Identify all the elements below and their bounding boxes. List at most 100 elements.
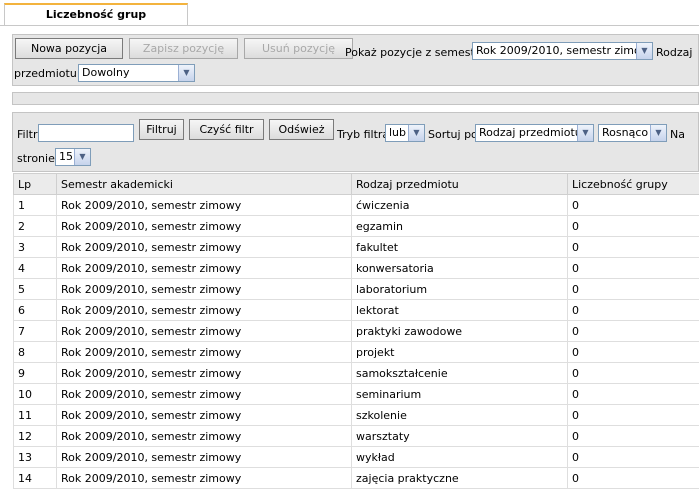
tab-liczebnosc-grup[interactable]: Liczebność grup [4, 3, 188, 25]
semester-label: Pokaż pozycje z semestru [345, 46, 486, 59]
cell-lp: 4 [14, 258, 57, 279]
subject-type-label-cont: przedmiotu: [14, 67, 81, 80]
filter-input[interactable] [38, 124, 134, 142]
cell-semester: Rok 2009/2010, semestr zimowy [57, 300, 352, 321]
sort-field-select[interactable]: Rodzaj przedmiotu ▼ [475, 124, 594, 142]
sort-order-select[interactable]: Rosnąco ▼ [598, 124, 667, 142]
cell-group-size: 0 [568, 216, 699, 237]
table-row[interactable]: 2Rok 2009/2010, semestr zimowyegzamin0 [14, 216, 699, 237]
table-header-row: Lp Semestr akademicki Rodzaj przedmiotu … [14, 174, 699, 195]
table-row[interactable]: 5Rok 2009/2010, semestr zimowylaboratori… [14, 279, 699, 300]
cell-subject-type: praktyki zawodowe [352, 321, 568, 342]
sort-label: Sortuj po [428, 128, 478, 141]
sort-field-value: Rodzaj przedmiotu [479, 126, 582, 139]
cell-group-size: 0 [568, 195, 699, 216]
cell-lp: 3 [14, 237, 57, 258]
cell-lp: 14 [14, 468, 57, 489]
cell-semester: Rok 2009/2010, semestr zimowy [57, 384, 352, 405]
cell-lp: 2 [14, 216, 57, 237]
column-header-semester[interactable]: Semestr akademicki [57, 174, 352, 195]
table-row[interactable]: 12Rok 2009/2010, semestr zimowywarsztaty… [14, 426, 699, 447]
table-row[interactable]: 3Rok 2009/2010, semestr zimowyfakultet0 [14, 237, 699, 258]
cell-group-size: 0 [568, 468, 699, 489]
table-row[interactable]: 7Rok 2009/2010, semestr zimowypraktyki z… [14, 321, 699, 342]
cell-lp: 10 [14, 384, 57, 405]
cell-lp: 7 [14, 321, 57, 342]
cell-subject-type: fakultet [352, 237, 568, 258]
filter-label: Filtr [17, 128, 37, 141]
table-row[interactable]: 9Rok 2009/2010, semestr zimowysamokształ… [14, 363, 699, 384]
column-header-lp[interactable]: Lp [14, 174, 57, 195]
cell-semester: Rok 2009/2010, semestr zimowy [57, 405, 352, 426]
cell-group-size: 0 [568, 363, 699, 384]
cell-semester: Rok 2009/2010, semestr zimowy [57, 363, 352, 384]
cell-group-size: 0 [568, 300, 699, 321]
column-header-group-size[interactable]: Liczebność grupy [568, 174, 699, 195]
cell-semester: Rok 2009/2010, semestr zimowy [57, 447, 352, 468]
cell-subject-type: egzamin [352, 216, 568, 237]
table-row[interactable]: 13Rok 2009/2010, semestr zimowywykład0 [14, 447, 699, 468]
table-row[interactable]: 11Rok 2009/2010, semestr zimowyszkolenie… [14, 405, 699, 426]
cell-group-size: 0 [568, 258, 699, 279]
table-row[interactable]: 1Rok 2009/2010, semestr zimowyćwiczenia0 [14, 195, 699, 216]
cell-group-size: 0 [568, 342, 699, 363]
save-position-button[interactable]: Zapisz pozycję [129, 38, 238, 59]
cell-subject-type: wykład [352, 447, 568, 468]
table-row[interactable]: 4Rok 2009/2010, semestr zimowykonwersato… [14, 258, 699, 279]
cell-subject-type: zajęcia praktyczne [352, 468, 568, 489]
cell-semester: Rok 2009/2010, semestr zimowy [57, 237, 352, 258]
cell-semester: Rok 2009/2010, semestr zimowy [57, 258, 352, 279]
semester-select-value: Rok 2009/2010, semestr zimowy [476, 44, 653, 57]
chevron-down-icon: ▼ [650, 125, 666, 141]
table-row[interactable]: 8Rok 2009/2010, semestr zimowyprojekt0 [14, 342, 699, 363]
cell-semester: Rok 2009/2010, semestr zimowy [57, 279, 352, 300]
cell-group-size: 0 [568, 405, 699, 426]
cell-group-size: 0 [568, 447, 699, 468]
cell-lp: 1 [14, 195, 57, 216]
delete-position-button[interactable]: Usuń pozycję [244, 38, 353, 59]
chevron-down-icon: ▼ [408, 125, 424, 141]
filter-panel [12, 112, 699, 172]
cell-subject-type: laboratorium [352, 279, 568, 300]
chevron-down-icon: ▼ [577, 125, 593, 141]
cell-subject-type: samokształcenie [352, 363, 568, 384]
filter-mode-select[interactable]: lub ▼ [385, 124, 425, 142]
cell-subject-type: lektorat [352, 300, 568, 321]
filter-mode-label: Tryb filtra [337, 128, 389, 141]
cell-subject-type: warsztaty [352, 426, 568, 447]
per-page-value: 15 [59, 150, 73, 163]
cell-subject-type: seminarium [352, 384, 568, 405]
cell-subject-type: konwersatoria [352, 258, 568, 279]
cell-subject-type: szkolenie [352, 405, 568, 426]
cell-semester: Rok 2009/2010, semestr zimowy [57, 468, 352, 489]
per-page-label-cont: stronie [17, 152, 55, 165]
cell-lp: 13 [14, 447, 57, 468]
filter-mode-value: lub [389, 126, 406, 139]
new-position-button[interactable]: Nowa pozycja [15, 38, 123, 59]
table-row[interactable]: 14Rok 2009/2010, semestr zimowyzajęcia p… [14, 468, 699, 489]
clear-filter-button[interactable]: Czyść filtr [189, 119, 264, 140]
table-row[interactable]: 6Rok 2009/2010, semestr zimowylektorat0 [14, 300, 699, 321]
tab-divider [0, 25, 699, 26]
table-row[interactable]: 10Rok 2009/2010, semestr zimowyseminariu… [14, 384, 699, 405]
cell-subject-type: ćwiczenia [352, 195, 568, 216]
cell-lp: 8 [14, 342, 57, 363]
cell-lp: 6 [14, 300, 57, 321]
filter-button[interactable]: Filtruj [139, 119, 184, 140]
cell-lp: 11 [14, 405, 57, 426]
column-header-subject-type[interactable]: Rodzaj przedmiotu [352, 174, 568, 195]
chevron-down-icon: ▼ [178, 65, 194, 81]
semester-select[interactable]: Rok 2009/2010, semestr zimowy ▼ [472, 42, 653, 60]
cell-semester: Rok 2009/2010, semestr zimowy [57, 195, 352, 216]
cell-group-size: 0 [568, 321, 699, 342]
per-page-select[interactable]: 15 ▼ [55, 148, 91, 166]
cell-lp: 12 [14, 426, 57, 447]
refresh-button[interactable]: Odśwież [269, 119, 334, 140]
per-page-label: Na [670, 128, 685, 141]
cell-semester: Rok 2009/2010, semestr zimowy [57, 216, 352, 237]
chevron-down-icon: ▼ [74, 149, 90, 165]
group-size-table: Lp Semestr akademicki Rodzaj przedmiotu … [13, 173, 699, 489]
cell-subject-type: projekt [352, 342, 568, 363]
cell-semester: Rok 2009/2010, semestr zimowy [57, 426, 352, 447]
subject-type-select[interactable]: Dowolny ▼ [78, 64, 195, 82]
